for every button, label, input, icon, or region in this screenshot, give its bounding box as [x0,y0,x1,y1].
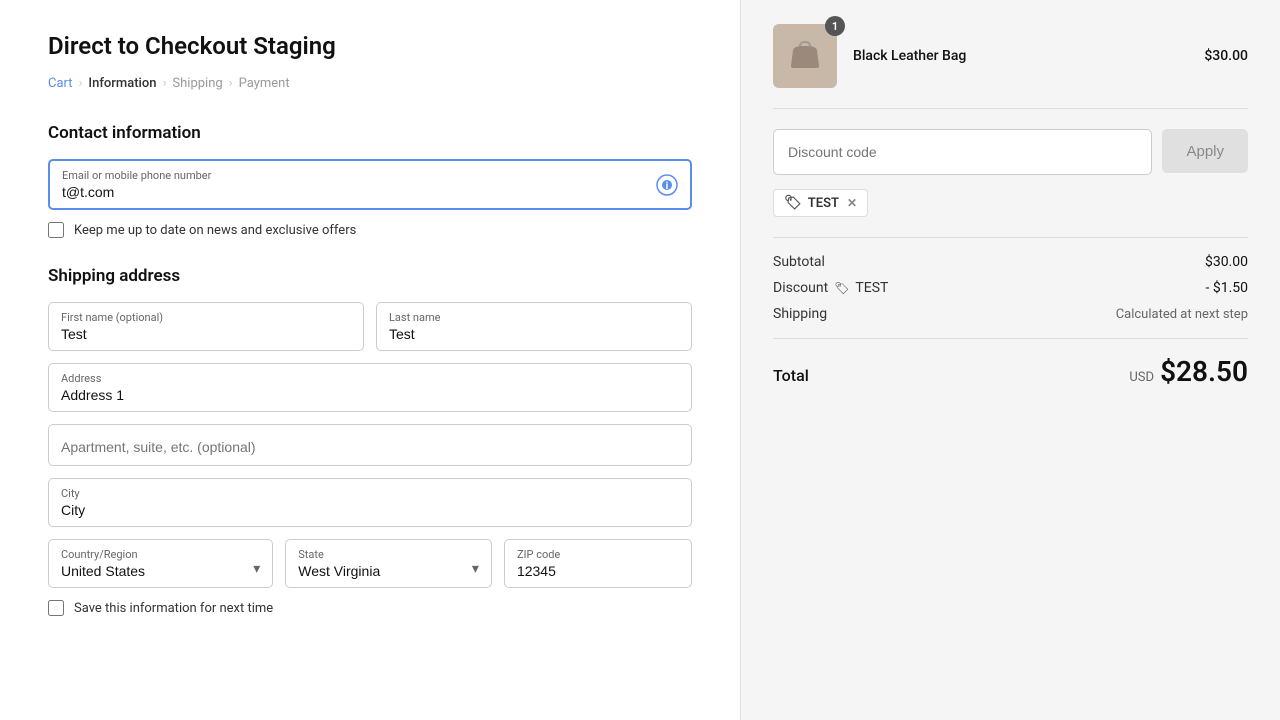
newsletter-label[interactable]: Keep me up to date on news and exclusive… [74,223,356,238]
zip-field[interactable] [505,561,691,587]
state-select[interactable]: West Virginia [286,561,491,587]
email-field[interactable] [50,182,690,208]
address-wrapper: Address [48,363,692,412]
location-row: Country/Region United States ▾ State Wes… [48,539,692,588]
discount-line: Discount 🏷 TEST - $1.50 [773,280,1248,296]
discount-input[interactable] [788,130,1137,174]
zip-label: ZIP code [505,540,691,561]
breadcrumb-cart[interactable]: Cart [48,76,73,91]
product-row: 1 Black Leather Bag $30.00 [773,24,1248,109]
last-name-field[interactable] [377,324,691,350]
first-name-wrapper: First name (optional) [48,302,364,351]
shipping-line: Shipping Calculated at next step [773,306,1248,322]
discount-code-inline: TEST [855,280,888,296]
svg-text:i: i [666,181,669,192]
last-name-wrapper: Last name [376,302,692,351]
country-wrapper: Country/Region United States ▾ [48,539,273,588]
subtotal-line: Subtotal $30.00 [773,254,1248,270]
discount-line-label: Discount 🏷 TEST [773,280,888,296]
breadcrumb: Cart › Information › Shipping › Payment [48,76,692,91]
address-label: Address [49,364,691,385]
discount-tag-row: 🏷 TEST ✕ [773,189,1248,237]
product-image [773,24,837,88]
shipping-label: Shipping [773,306,827,322]
zip-wrapper: ZIP code [504,539,692,588]
discount-input-wrap [773,129,1152,175]
tag-icon: 🏷 [784,195,802,211]
city-field[interactable] [49,500,691,526]
autofill-icon: i [656,174,678,196]
product-name: Black Leather Bag [853,48,1188,64]
breadcrumb-sep-1: › [79,76,83,91]
state-label: State [286,540,491,561]
newsletter-row: Keep me up to date on news and exclusive… [48,222,692,238]
product-image-wrap: 1 [773,24,837,88]
save-info-checkbox[interactable] [48,600,64,616]
country-label: Country/Region [49,540,272,561]
total-right: USD $28.50 [1129,355,1248,388]
newsletter-checkbox[interactable] [48,222,64,238]
page-title: Direct to Checkout Staging [48,32,692,60]
email-input-wrapper: Email or mobile phone number i [48,159,692,210]
breadcrumb-sep-2: › [163,76,167,91]
address-field[interactable] [49,385,691,411]
city-wrapper: City [48,478,692,527]
shipping-value: Calculated at next step [1116,307,1248,322]
discount-text-label: Discount [773,280,828,296]
right-panel: 1 Black Leather Bag $30.00 Apply 🏷 TEST … [740,0,1280,720]
state-wrapper: State West Virginia ▾ [285,539,492,588]
breadcrumb-payment: Payment [239,76,290,91]
apt-wrapper [48,424,692,466]
country-select[interactable]: United States [49,561,272,587]
subtotal-value: $30.00 [1205,254,1248,270]
product-price: $30.00 [1204,48,1248,64]
discount-code-row: Apply [773,129,1248,175]
save-info-row: Save this information for next time [48,600,692,616]
city-label: City [49,479,691,500]
name-row: First name (optional) Last name [48,302,692,351]
summary-divider [773,237,1248,238]
remove-discount-button[interactable]: ✕ [847,196,857,210]
save-info-label[interactable]: Save this information for next time [74,601,273,616]
breadcrumb-information: Information [88,76,156,91]
total-line: Total USD $28.50 [773,338,1248,388]
apt-form-group [48,424,692,466]
address-form-group: Address [48,363,692,412]
apply-button[interactable]: Apply [1162,129,1248,173]
discount-tag-icon: 🏷 [834,281,849,295]
email-form-group: Email or mobile phone number i [48,159,692,210]
total-label: Total [773,366,809,385]
total-amount: $28.50 [1160,355,1248,388]
breadcrumb-sep-3: › [229,76,233,91]
subtotal-label: Subtotal [773,254,825,270]
first-name-field[interactable] [49,324,363,350]
discount-tag-label: TEST [808,196,839,211]
left-panel: Direct to Checkout Staging Cart › Inform… [0,0,740,720]
first-name-label: First name (optional) [49,303,363,324]
product-badge: 1 [825,16,845,36]
email-label: Email or mobile phone number [50,161,690,182]
total-currency: USD [1129,370,1154,385]
last-name-label: Last name [377,303,691,324]
discount-tag: 🏷 TEST ✕ [773,189,868,217]
contact-section-title: Contact information [48,123,692,143]
city-form-group: City [48,478,692,527]
breadcrumb-shipping: Shipping [172,76,222,91]
discount-line-value: - $1.50 [1205,280,1248,296]
apt-field[interactable] [49,425,691,465]
shipping-section-title: Shipping address [48,266,692,286]
